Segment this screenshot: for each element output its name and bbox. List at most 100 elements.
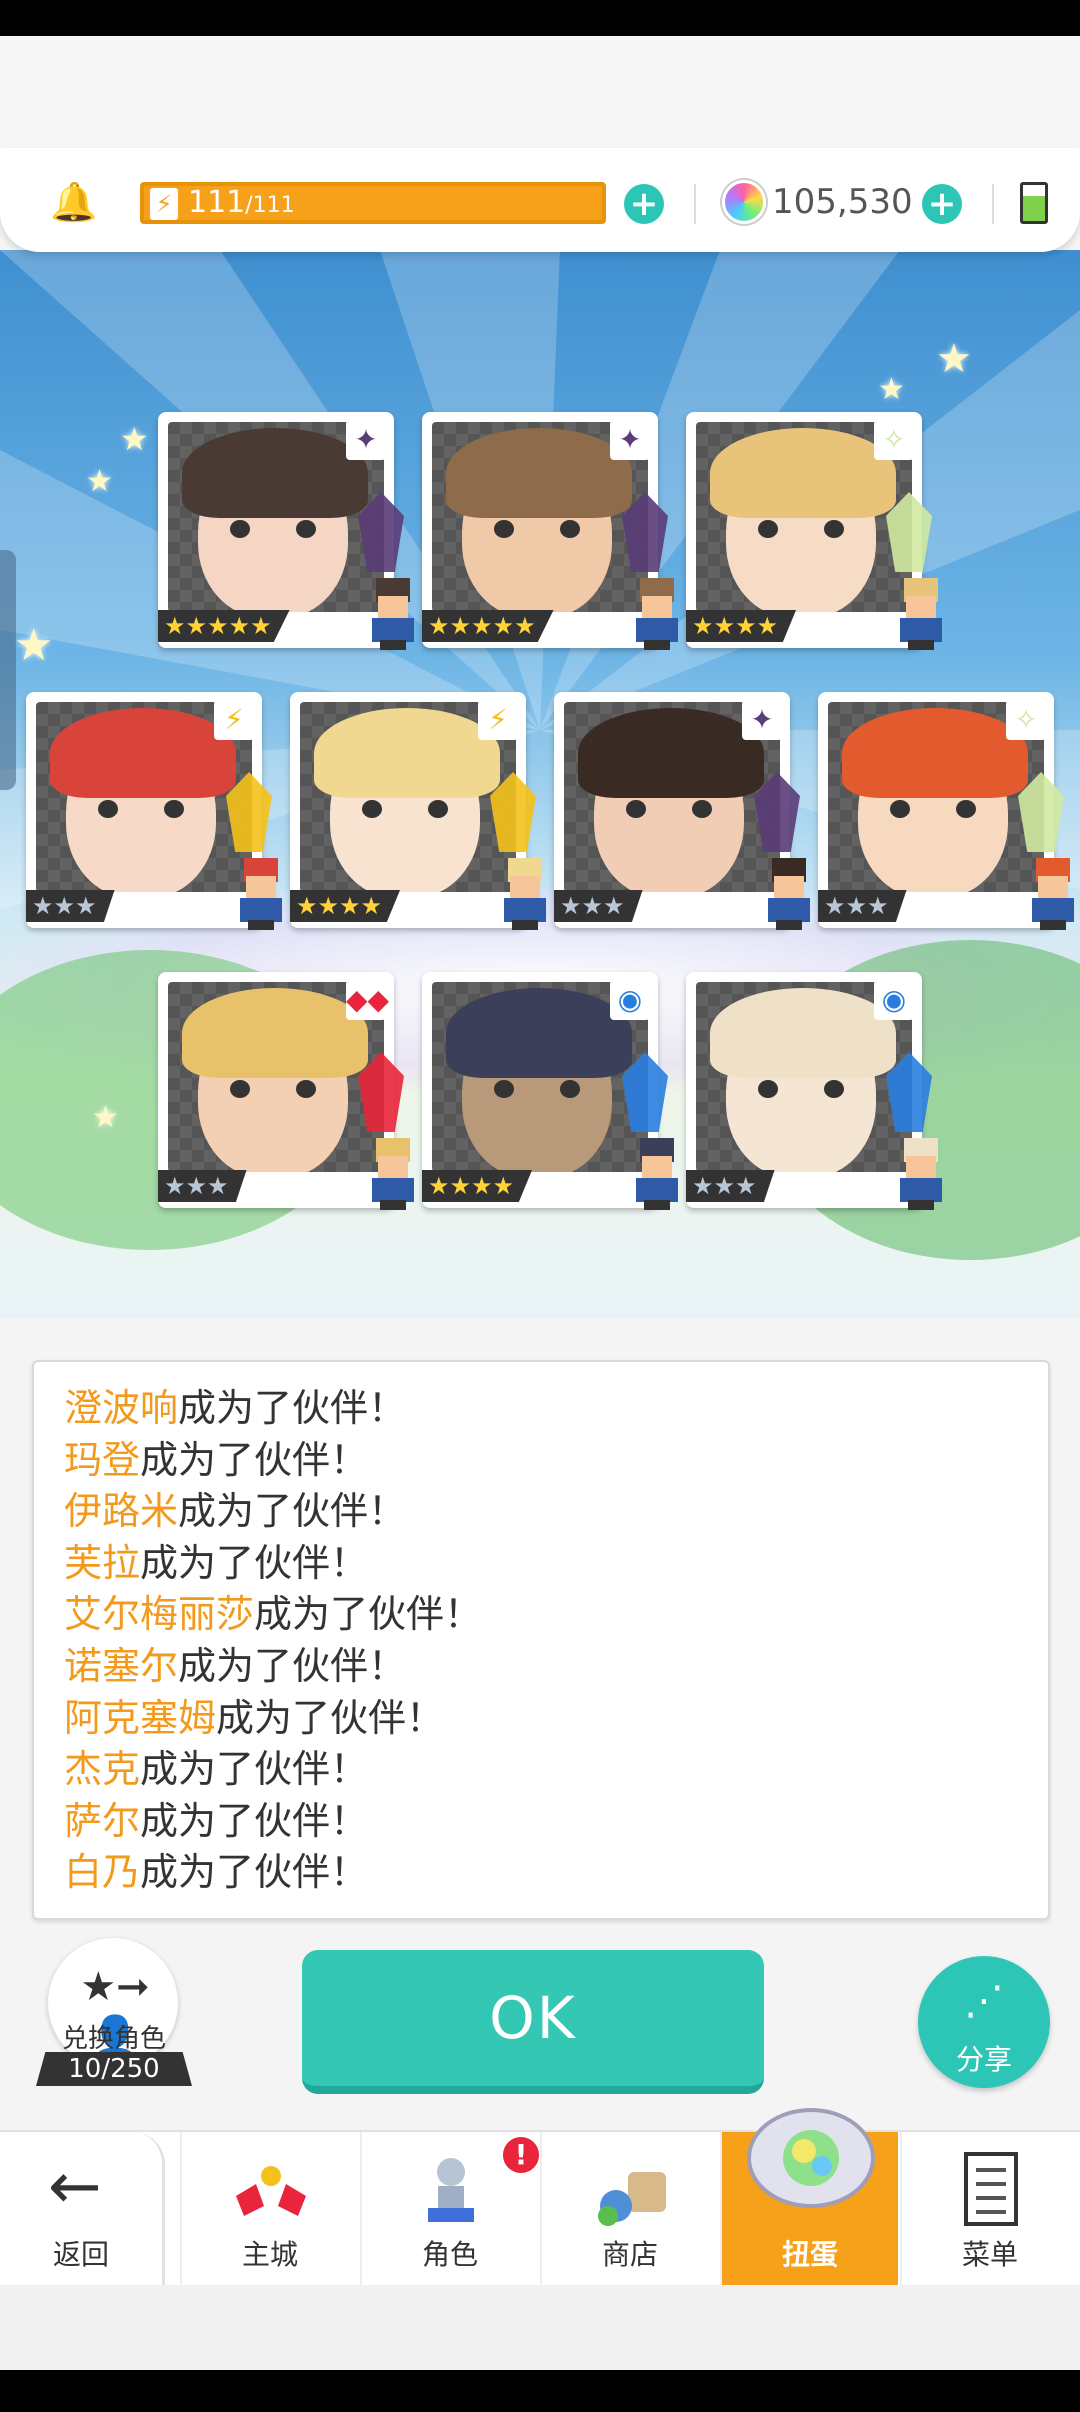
character-card[interactable]: ✦ ★★★ [554,692,810,930]
message-suffix: 成为了伙伴！ [140,1540,369,1585]
rarity-stars: ★★★ [158,1170,247,1202]
character-eyes [626,800,712,818]
character-hair [578,708,764,798]
rarity-stars: ★★★★ [422,1170,533,1202]
sparkle-icon: ★ [86,464,113,499]
sparkle-icon: ★ [120,420,149,458]
element-icon: ✦ [610,420,650,460]
stamina-max: /111 [245,193,295,218]
character-card[interactable]: ◉ ★★★ [686,972,942,1210]
character-card[interactable]: ✦ ★★★★★ [422,412,678,650]
character-name: 艾尔梅丽莎 [64,1592,255,1637]
pixel-sprite [498,858,552,930]
character-eyes [890,800,976,818]
character-card[interactable]: ✦ ★★★★★ [158,412,414,650]
character-name: 芙拉 [64,1540,141,1585]
character-eyes [494,520,580,538]
add-stamina-button[interactable]: + [624,184,664,224]
character-hair [314,708,500,798]
character-name: 萨尔 [64,1798,141,1843]
rarity-stars: ★★★★★ [422,610,554,642]
result-message-box[interactable]: 澄波响成为了伙伴！ 玛登成为了伙伴！ 伊路米成为了伙伴！ 芙拉成为了伙伴！ 艾尔梅丽莎成… [32,1360,1050,1920]
character-eyes [230,520,316,538]
menu-icon [964,2152,1018,2226]
character-hair [182,428,368,518]
element-icon: ◉ [874,980,914,1020]
pixel-sprite [894,1138,948,1210]
share-label: 分享 [955,2043,1012,2076]
character-hair [182,988,368,1078]
stamina-bar: ⚡ 111/111 [140,182,606,224]
nav-shop-label: 商店 [601,2238,658,2271]
nav-gacha[interactable]: 扭蛋 [720,2108,898,2285]
rarity-stars: ★★★★ [686,610,797,642]
rarity-stars: ★★★★ [290,890,401,922]
nav-town[interactable]: 主城 [180,2132,358,2285]
character-eyes [362,800,448,818]
gem-icon [722,180,766,224]
sparkle-icon: ★ [936,336,972,382]
character-eyes [758,1080,844,1098]
character-card[interactable]: ◉ ★★★★ [422,972,678,1210]
status-bar [0,0,1080,36]
stamina-current: 111 [188,185,246,220]
pixel-sprite [234,858,288,930]
result-message: 诺塞尔成为了伙伴！ [64,1640,406,1692]
character-name: 诺塞尔 [64,1644,179,1688]
share-icon: ⋰ [964,1978,1004,2024]
character-hair [446,988,632,1078]
arrow-left-icon: ← [48,2150,102,2224]
character-hair [842,708,1028,798]
pixel-sprite [1026,858,1080,930]
character-card[interactable]: ✧ ★★★ [818,692,1074,930]
element-icon: ◆◆ [346,980,389,1020]
character-card[interactable]: ◆◆ ★★★ [158,972,414,1210]
sparkle-icon: ★ [878,372,905,407]
message-suffix: 成为了伙伴！ [140,1798,369,1843]
nav-menu-label: 菜单 [961,2238,1018,2271]
character-icon [428,2158,474,2222]
pixel-sprite [630,578,684,650]
pixel-sprite [366,578,420,650]
result-message: 艾尔梅丽莎成为了伙伴！ [64,1588,482,1640]
character-eyes [98,800,184,818]
element-icon: ◉ [610,980,650,1020]
ok-button[interactable]: OK [302,1950,764,2094]
result-message: 杰克成为了伙伴！ [64,1743,368,1795]
nav-shop[interactable]: 商店 [540,2132,718,2285]
character-card[interactable]: ⚡ ★★★ [26,692,282,930]
result-message: 玛登成为了伙伴！ [64,1434,368,1486]
element-icon: ✧ [874,420,914,460]
bell-icon[interactable]: 🔔 [50,180,97,224]
element-icon: ⚡ [214,700,254,740]
back-button[interactable]: ← 返回 [0,2132,165,2285]
pixel-sprite [630,1138,684,1210]
notification-badge: ! [500,2134,542,2176]
nav-footer [0,2285,1080,2370]
divider [992,184,994,224]
nav-gacha-label: 扭蛋 [781,2238,838,2271]
character-eyes [230,1080,316,1098]
message-suffix: 成为了伙伴！ [178,1644,407,1688]
result-message: 澄波响成为了伙伴！ [64,1382,406,1434]
add-gems-button[interactable]: + [922,184,962,224]
message-suffix: 成为了伙伴！ [216,1695,445,1740]
nav-menu[interactable]: 菜单 [900,2132,1078,2285]
rarity-stars: ★★★ [26,890,115,922]
sparkle-icon: ★ [92,1100,119,1135]
shop-icon [598,2172,666,2226]
character-card[interactable]: ⚡ ★★★★ [290,692,546,930]
rarity-stars: ★★★★★ [158,610,290,642]
character-name: 伊路米 [64,1489,179,1534]
character-card[interactable]: ✧ ★★★★ [686,412,942,650]
rarity-stars: ★★★ [686,1170,775,1202]
character-name: 玛登 [64,1437,141,1482]
character-eyes [494,1080,580,1098]
character-eyes [758,520,844,538]
element-icon: ✦ [742,700,782,740]
rarity-stars: ★★★ [818,890,907,922]
element-icon: ✧ [1006,700,1046,740]
message-suffix: 成为了伙伴！ [178,1489,407,1534]
gacha-icon [747,2108,875,2208]
stamina-value: 111/111 [188,186,295,220]
